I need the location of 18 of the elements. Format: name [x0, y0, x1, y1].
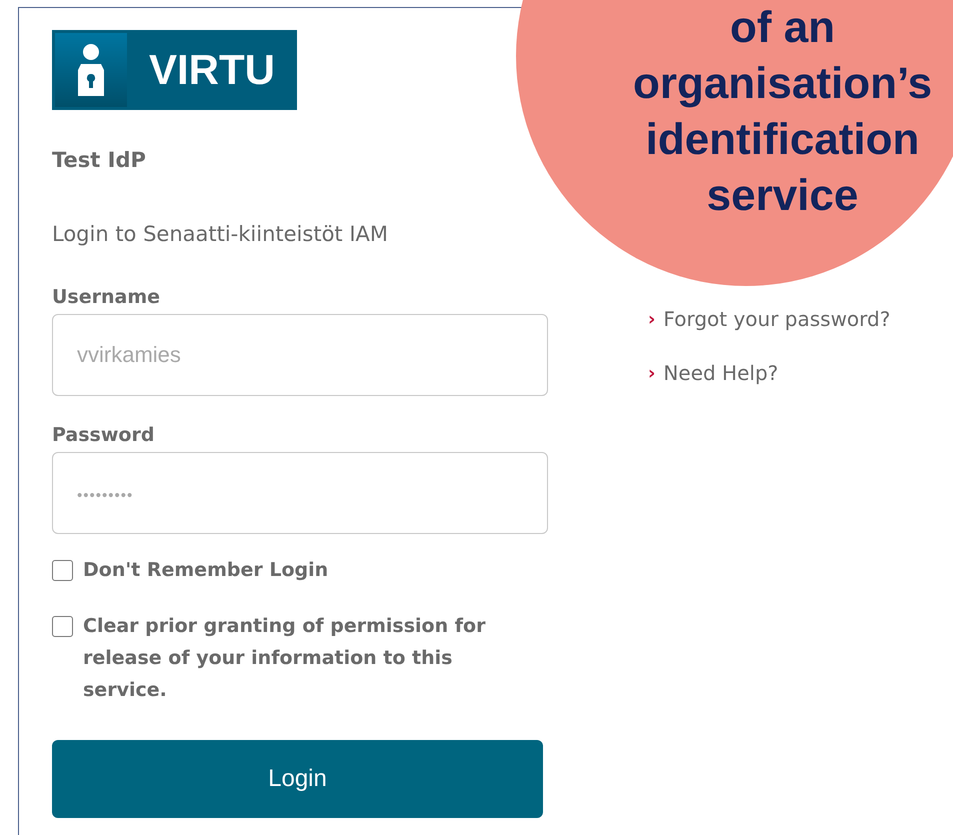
checkbox[interactable] [52, 560, 73, 581]
idp-name: Test IdP [52, 148, 147, 172]
login-heading: Login to Senaatti-kiinteistöt IAM [52, 222, 389, 246]
callout-text: of an organisation’s identification service [632, 2, 934, 222]
checkbox-label: Don't Remember Login [83, 558, 330, 583]
password-field[interactable]: ••••••••• [52, 452, 548, 534]
login-button[interactable]: Login [52, 740, 543, 818]
checkbox[interactable] [52, 616, 73, 637]
chevron-icon: › [648, 362, 656, 384]
chevron-icon: › [648, 308, 656, 330]
logo-text: VIRTU [149, 46, 275, 94]
checkbox-label: Clear prior granting of permission for release of your information to this service. [83, 614, 486, 703]
field-label: Password [52, 424, 156, 446]
help-link[interactable]: Need Help? [663, 361, 778, 385]
person-lock-icon [78, 44, 104, 96]
field-label: Username [52, 286, 162, 308]
help-link[interactable]: Forgot your password? [663, 307, 890, 331]
username-field[interactable]: vvirkamies [52, 314, 548, 396]
